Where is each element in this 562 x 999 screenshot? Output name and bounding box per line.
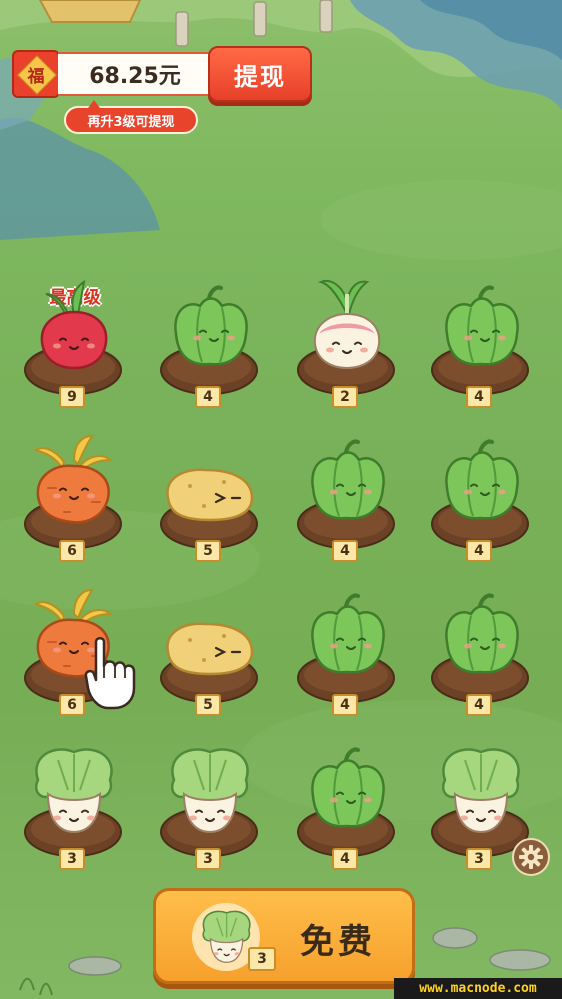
plot-pepper[interactable]: 4 <box>154 268 264 418</box>
level-badge: 4 <box>466 540 492 562</box>
plot-pepper[interactable]: 4 <box>291 576 401 726</box>
level-badge: 6 <box>59 540 85 562</box>
cabbage-icon <box>160 748 258 857</box>
gear-icon <box>519 845 543 869</box>
pepper-icon <box>160 285 258 395</box>
pepper-icon <box>297 747 395 857</box>
level-tip-badge: 再升3级可提现 <box>64 100 198 134</box>
settings-button[interactable] <box>512 838 550 876</box>
pepper-icon <box>431 285 529 395</box>
free-vegetable-level: 3 <box>248 947 276 971</box>
balance-amount: 68.25元 <box>58 52 214 96</box>
pointing-hand-icon <box>84 637 136 710</box>
free-vegetable-button[interactable]: 3 免费 <box>153 888 415 984</box>
pepper-icon <box>431 593 529 703</box>
plot-cabbage[interactable]: 3 <box>154 730 264 880</box>
level-badge: 9 <box>59 386 85 408</box>
plot-carrot[interactable]: 6 <box>18 422 128 572</box>
plot-potato[interactable]: 5 <box>154 576 264 726</box>
level-badge: 4 <box>195 386 221 408</box>
fu-character: 福 <box>27 67 45 87</box>
turnip-icon <box>297 280 395 395</box>
level-badge: 3 <box>59 848 85 870</box>
level-tip-text: 再升3级可提现 <box>87 114 175 130</box>
cabbage-icon <box>431 748 529 857</box>
pepper-icon <box>431 439 529 549</box>
level-badge: 3 <box>466 848 492 870</box>
level-badge: 2 <box>332 386 358 408</box>
cabbage-icon <box>24 748 122 857</box>
plot-pepper[interactable]: 4 <box>425 422 535 572</box>
potato-icon <box>160 468 258 549</box>
plot-potato[interactable]: 5 <box>154 422 264 572</box>
plot-pepper[interactable]: 4 <box>291 730 401 880</box>
red-envelope-icon: 福 <box>12 50 60 98</box>
plot-pepper[interactable]: 4 <box>425 268 535 418</box>
level-badge: 4 <box>332 694 358 716</box>
free-button-label: 免费 <box>300 921 376 962</box>
level-badge: 5 <box>195 540 221 562</box>
level-badge: 3 <box>195 848 221 870</box>
withdraw-button[interactable]: 提现 <box>208 46 312 102</box>
plot-pepper[interactable]: 4 <box>425 576 535 726</box>
radish-red-icon <box>24 280 122 395</box>
level-badge: 4 <box>332 540 358 562</box>
plot-radish-red[interactable]: 9 <box>18 268 128 418</box>
level-badge: 4 <box>332 848 358 870</box>
level-badge: 5 <box>195 694 221 716</box>
plot-pepper[interactable]: 4 <box>291 422 401 572</box>
level-badge: 4 <box>466 386 492 408</box>
pepper-icon <box>297 593 395 703</box>
plot-turnip[interactable]: 2 <box>291 268 401 418</box>
pepper-icon <box>297 439 395 549</box>
plot-cabbage[interactable]: 3 <box>18 730 128 880</box>
potato-icon <box>160 622 258 703</box>
level-badge: 4 <box>466 694 492 716</box>
balance-bar: 福 68.25元 提现 <box>12 46 312 102</box>
watermark: www.macnode.com <box>394 978 562 999</box>
carrot-icon <box>24 434 122 549</box>
